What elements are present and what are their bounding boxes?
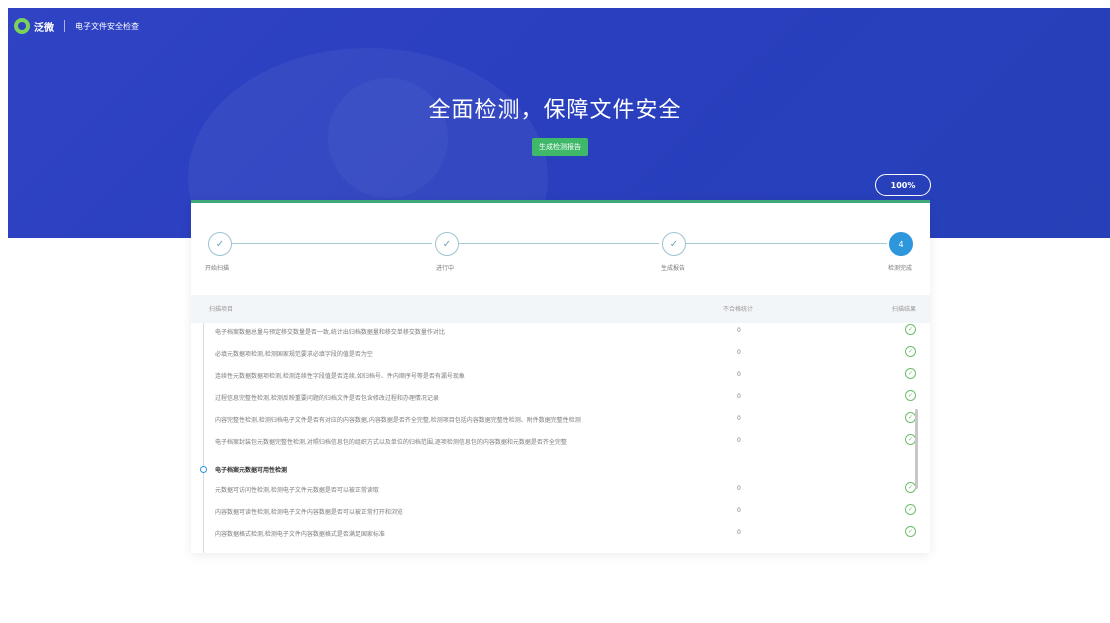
step-connector [685, 243, 887, 244]
table-row: 电子档案数据总量与预定移交数量是否一致,统计出归档数据量和移交单移交数量作对比 … [191, 323, 930, 345]
logo[interactable]: 泛微 [14, 18, 54, 34]
progress-percent-badge: 100% [875, 174, 931, 196]
app-title: 电子文件安全检查 [75, 21, 139, 31]
check-circle-icon: ✓ [905, 346, 916, 357]
step-3-label: 生成报告 [661, 265, 686, 272]
step-connector [458, 243, 659, 244]
table-row: 元数据可访问性检测,检测电子文件元数据是否可以被正常读取 0 ✓ [191, 481, 930, 503]
logo-text: 泛微 [34, 22, 54, 34]
table-row: 内容完整性检测,检测归档电子文件是否有对应的内容数据,内容数据是否齐全完整,检测… [191, 411, 930, 433]
generate-report-button[interactable]: 生成检测报告 [532, 138, 588, 156]
divider [64, 20, 65, 32]
row-item: 内容完整性检测,检测归档电子文件是否有对应的内容数据,内容数据是否齐全完整,检测… [215, 417, 581, 424]
row-count: 0 [737, 485, 741, 492]
column-header-result: 扫描结果 [892, 306, 917, 313]
row-count: 0 [737, 327, 741, 334]
column-header-count: 不合格统计 [723, 306, 754, 313]
row-count: 0 [737, 393, 741, 400]
step-1-label: 开始扫描 [205, 265, 230, 272]
row-count: 0 [737, 415, 741, 422]
column-header-item: 扫描项目 [209, 306, 234, 313]
row-item: 电子档案数据总量与预定移交数量是否一致,统计出归档数据量和移交单移交数量作对比 [215, 329, 445, 336]
step-1-check-icon: ✓ [208, 232, 232, 256]
scan-result-card: ✓ ✓ ✓ 4 开始扫描 进行中 生成报告 检测完成 扫描项目 不合格统计 扫描… [191, 200, 930, 553]
row-item: 必填元数据项检测,检测国家规范要求必填字段的值是否为空 [215, 351, 373, 358]
row-count: 0 [737, 507, 741, 514]
table-header: 扫描项目 不合格统计 扫描结果 [191, 295, 930, 323]
check-circle-icon: ✓ [905, 504, 916, 515]
row-item: 电子档案封装包元数据完整性检测,对照归档信息包的组织方式以及单位的归档范围,逐项… [215, 439, 567, 446]
scan-list[interactable]: 电子档案数据总量与预定移交数量是否一致,统计出归档数据量和移交单移交数量作对比 … [191, 323, 930, 553]
group-header: 电子档案元数据可用性检测 [191, 463, 930, 483]
row-item: 内容数据格式检测,检测电子文件内容数据格式是否满足国家标准 [215, 531, 385, 538]
table-row: 电子档案封装包元数据完整性检测,对照归档信息包的组织方式以及单位的归档范围,逐项… [191, 433, 930, 455]
row-item: 元数据可访问性检测,检测电子文件元数据是否可以被正常读取 [215, 487, 379, 494]
timeline-dot-icon [200, 466, 207, 473]
top-bar: 泛微 电子文件安全检查 [14, 14, 139, 38]
row-count: 0 [737, 349, 741, 356]
row-item: 过程信息完整性检测,检测反映重要问题的归档文件是否包含修改过程和办理情况记录 [215, 395, 439, 402]
group-title: 电子档案元数据可用性检测 [215, 467, 288, 474]
hero-title: 全面检测，保障文件安全 [428, 98, 682, 123]
table-row: 连续性元数据数据项检测,检测连续性字段值是否连续,如归档号、件内顺序号等是否有漏… [191, 367, 930, 389]
table-row: 内容数据格式检测,检测电子文件内容数据格式是否满足国家标准 0 ✓ [191, 525, 930, 547]
table-row: 必填元数据项检测,检测国家规范要求必填字段的值是否为空 0 ✓ [191, 345, 930, 367]
check-circle-icon: ✓ [905, 324, 916, 335]
check-circle-icon: ✓ [905, 390, 916, 401]
check-circle-icon: ✓ [905, 368, 916, 379]
row-count: 0 [737, 371, 741, 378]
scrollbar[interactable] [915, 409, 918, 489]
step-connector [231, 243, 432, 244]
gear-logo-icon [14, 18, 30, 34]
row-count: 0 [737, 529, 741, 536]
step-4-label: 检测完成 [888, 265, 913, 272]
step-2-label: 进行中 [436, 265, 455, 272]
row-count: 0 [737, 437, 741, 444]
table-row: 过程信息完整性检测,检测反映重要问题的归档文件是否包含修改过程和办理情况记录 0… [191, 389, 930, 411]
row-item: 内容数据可读性检测,检测电子文件内容数据是否可以被正常打开和浏览 [215, 509, 403, 516]
check-circle-icon: ✓ [905, 526, 916, 537]
step-3-check-icon: ✓ [662, 232, 686, 256]
row-item: 连续性元数据数据项检测,检测连续性字段值是否连续,如归档号、件内顺序号等是否有漏… [215, 373, 465, 380]
step-2-check-icon: ✓ [435, 232, 459, 256]
step-4-number: 4 [889, 232, 913, 256]
progress-steps: ✓ ✓ ✓ 4 开始扫描 进行中 生成报告 检测完成 [191, 203, 930, 283]
table-row: 内容数据可读性检测,检测电子文件内容数据是否可以被正常打开和浏览 0 ✓ [191, 503, 930, 525]
